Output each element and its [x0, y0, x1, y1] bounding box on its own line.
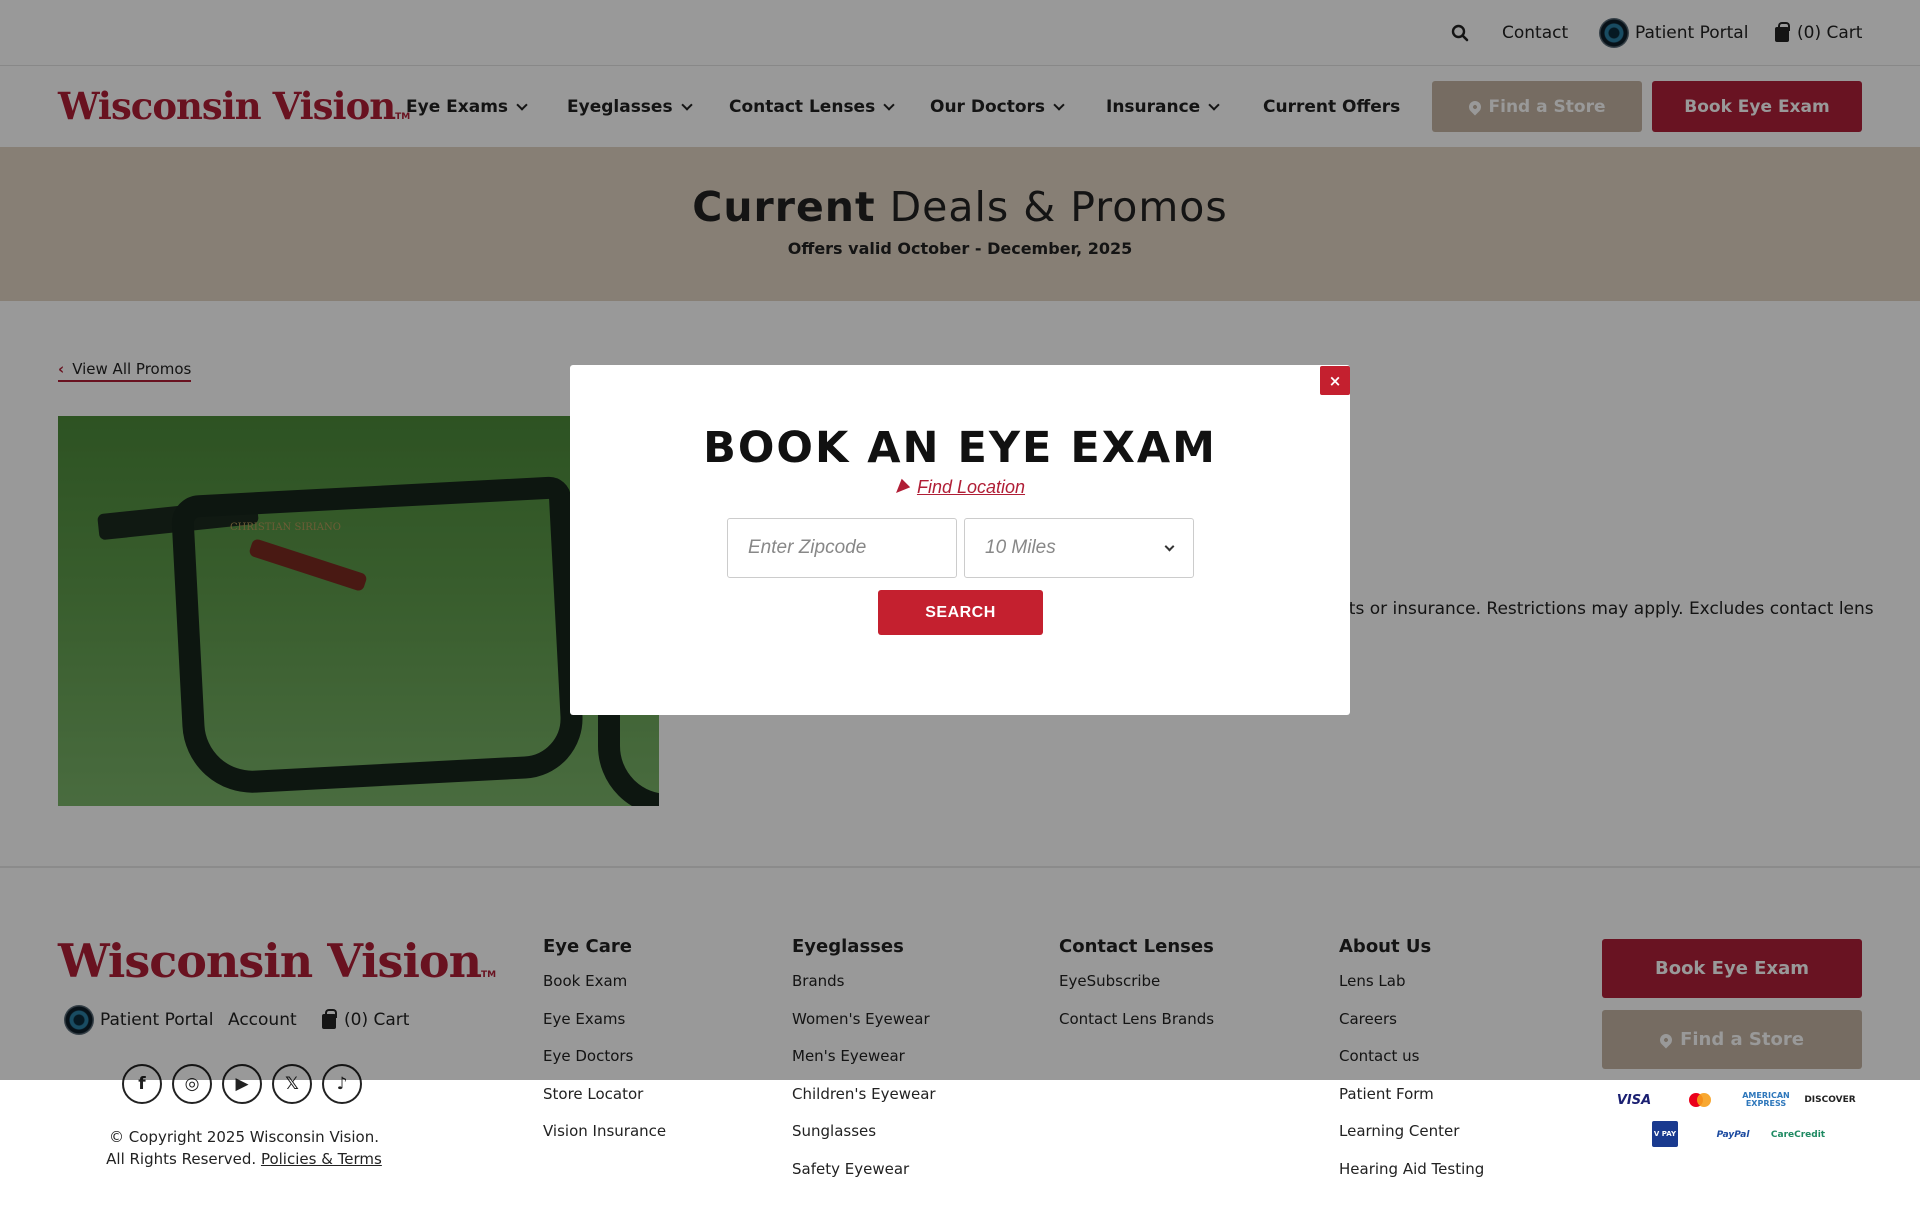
- policies-terms-link[interactable]: Policies & Terms: [261, 1150, 382, 1168]
- find-location-link[interactable]: Find Location: [891, 477, 1025, 498]
- radius-select[interactable]: 10 Miles: [964, 518, 1194, 578]
- discover-logo: DISCOVER: [1804, 1095, 1856, 1105]
- close-icon: ×: [1328, 371, 1342, 390]
- footer-link[interactable]: Learning Center: [1339, 1119, 1484, 1157]
- mastercard-logo: [1678, 1088, 1722, 1112]
- visa-logo: VISA: [1616, 1092, 1652, 1108]
- copyright: © Copyright 2025 Wisconsin Vision. All R…: [106, 1128, 382, 1168]
- footer-link[interactable]: Sunglasses: [792, 1119, 936, 1157]
- carecredit-logo: CareCredit: [1770, 1130, 1826, 1140]
- footer-link[interactable]: Patient Form: [1339, 1082, 1484, 1120]
- vpay-logo: V PAY: [1652, 1121, 1678, 1147]
- footer-link[interactable]: Safety Eyewear: [792, 1157, 936, 1195]
- search-button[interactable]: SEARCH: [878, 590, 1043, 635]
- amex-logo: AMERICAN EXPRESS: [1742, 1091, 1790, 1108]
- footer-link[interactable]: Store Locator: [543, 1082, 666, 1120]
- chevron-down-icon: [1164, 541, 1175, 551]
- footer-link[interactable]: Children's Eyewear: [792, 1082, 936, 1120]
- footer-link[interactable]: Hearing Aid Testing: [1339, 1157, 1484, 1195]
- zipcode-input[interactable]: [727, 518, 957, 578]
- footer-link[interactable]: Vision Insurance: [543, 1119, 666, 1157]
- close-modal-button[interactable]: ×: [1320, 366, 1350, 395]
- modal-title: BOOK AN EYE EXAM: [703, 423, 1217, 473]
- paypal-logo: PayPal: [1716, 1130, 1750, 1140]
- book-eye-exam-modal: × BOOK AN EYE EXAM Find Location 10 Mile…: [570, 365, 1350, 715]
- location-arrow-icon: [891, 478, 911, 497]
